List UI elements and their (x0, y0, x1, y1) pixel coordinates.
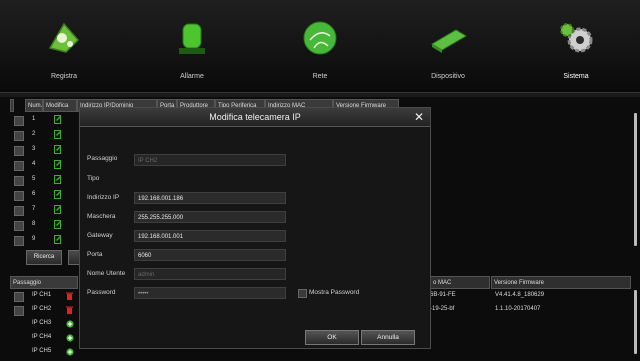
type-label: Tipo (87, 175, 100, 182)
row-checkbox[interactable] (14, 116, 24, 126)
bottom-header-channel: Passaggio (10, 276, 78, 289)
mac-address: 6B-91-FE (430, 292, 456, 298)
add-icon[interactable] (66, 320, 74, 328)
edit-icon[interactable] (54, 160, 62, 169)
nav-dispositivo[interactable]: Dispositivo (384, 0, 512, 92)
nav-label-dispositivo: Dispositivo (431, 73, 465, 80)
username-field: admin (134, 268, 286, 280)
channel-name: IP CH5 (32, 348, 52, 354)
ip-address-field[interactable]: 192.168.001.186 (134, 192, 286, 204)
row-checkbox[interactable] (14, 131, 24, 141)
channel-name: IP CH4 (32, 334, 52, 340)
row-number: 6 (32, 191, 36, 197)
subnet-mask-field[interactable]: 255.255.255.000 (134, 211, 286, 223)
edit-icon[interactable] (54, 175, 62, 184)
header-num: Num. (25, 99, 43, 112)
bottom-scrollbar[interactable] (634, 290, 637, 354)
row-checkbox[interactable] (14, 221, 24, 231)
globe-network-icon (303, 21, 337, 55)
row-checkbox[interactable] (14, 292, 24, 302)
edit-icon[interactable] (54, 220, 62, 229)
bottom-header-firmware: Versione Firmware (491, 276, 631, 289)
show-password-checkbox[interactable] (298, 289, 307, 298)
row-checkbox[interactable] (14, 236, 24, 246)
nav-allarme[interactable]: Allarme (128, 0, 256, 92)
nav-registra[interactable]: Registra (0, 0, 128, 92)
nav-label-registra: Registra (50, 73, 78, 80)
password-label: Password (87, 289, 116, 296)
row-number: 5 (32, 176, 36, 182)
nav-label-allarme: Allarme (180, 73, 204, 80)
row-number: 8 (32, 221, 36, 227)
gateway-field[interactable]: 192.168.001.001 (134, 230, 286, 242)
search-button[interactable]: Ricerca (26, 250, 62, 265)
delete-icon[interactable] (66, 306, 73, 314)
row-checkbox[interactable] (14, 191, 24, 201)
channel-name: IP CH3 (32, 320, 52, 326)
ok-button[interactable]: OK (305, 330, 359, 345)
row-number: 9 (32, 236, 36, 242)
row-number: 7 (32, 206, 36, 212)
row-number: 1 (32, 116, 36, 122)
edit-icon[interactable] (54, 145, 62, 154)
channel-label: Passaggio (87, 155, 118, 162)
edit-ip-camera-dialog: Modifica telecamera IP ✕ Passaggio IP CH… (79, 107, 431, 349)
hard-drive-icon (431, 29, 467, 53)
show-password-label: Mostra Password (309, 289, 360, 296)
channel-name: IP CH2 (32, 306, 52, 312)
edit-icon[interactable] (54, 130, 62, 139)
gateway-label: Gateway (87, 232, 113, 239)
edit-icon[interactable] (54, 115, 62, 124)
close-icon[interactable]: ✕ (414, 110, 424, 124)
row-number: 4 (32, 161, 36, 167)
nav-sistema[interactable]: Sistema (512, 0, 640, 92)
firmware-version: V4.41.4.8_180629 (495, 292, 545, 298)
channel-field: IP CH2 (134, 154, 286, 166)
row-checkbox[interactable] (14, 176, 24, 186)
bottom-header-mac: o MAC (430, 276, 490, 289)
row-checkbox[interactable] (14, 306, 24, 316)
alarm-light-icon (179, 23, 205, 54)
film-reel-icon (48, 22, 80, 53)
row-checkbox[interactable] (14, 206, 24, 216)
add-icon[interactable] (66, 334, 74, 342)
username-label: Nome Utente (87, 270, 126, 277)
nav-rete[interactable]: Rete (256, 0, 384, 92)
header-modifica: Modifica (43, 99, 77, 112)
gears-icon (560, 23, 593, 53)
mask-label: Maschera (87, 213, 116, 220)
add-icon[interactable] (66, 348, 74, 356)
edit-icon[interactable] (54, 190, 62, 199)
port-field[interactable]: 6060 (134, 249, 286, 261)
row-checkbox[interactable] (14, 161, 24, 171)
password-field[interactable]: ••••• (134, 287, 286, 299)
header-cell (10, 99, 14, 112)
port-label: Porta (87, 251, 103, 258)
dialog-title: Modifica telecamera IP (80, 108, 430, 127)
main-nav: Registra Allarme Rete Dispositivo Sistem… (0, 0, 640, 93)
cancel-button[interactable]: Annulla (361, 330, 415, 345)
channel-name: IP CH1 (32, 292, 52, 298)
row-number: 3 (32, 146, 36, 152)
nav-label-rete: Rete (312, 73, 328, 80)
nav-divider (0, 93, 640, 97)
edit-icon[interactable] (54, 235, 62, 244)
row-checkbox[interactable] (14, 146, 24, 156)
delete-icon[interactable] (66, 292, 73, 300)
edit-icon[interactable] (54, 205, 62, 214)
nav-label-sistema: Sistema (563, 73, 589, 80)
ip-label: Indirizzo IP (87, 194, 120, 201)
row-number: 2 (32, 131, 36, 137)
top-scrollbar[interactable] (634, 113, 637, 246)
mac-address: -19-25-bf (430, 306, 455, 312)
firmware-version: 1.1.10-20170407 (495, 306, 541, 312)
